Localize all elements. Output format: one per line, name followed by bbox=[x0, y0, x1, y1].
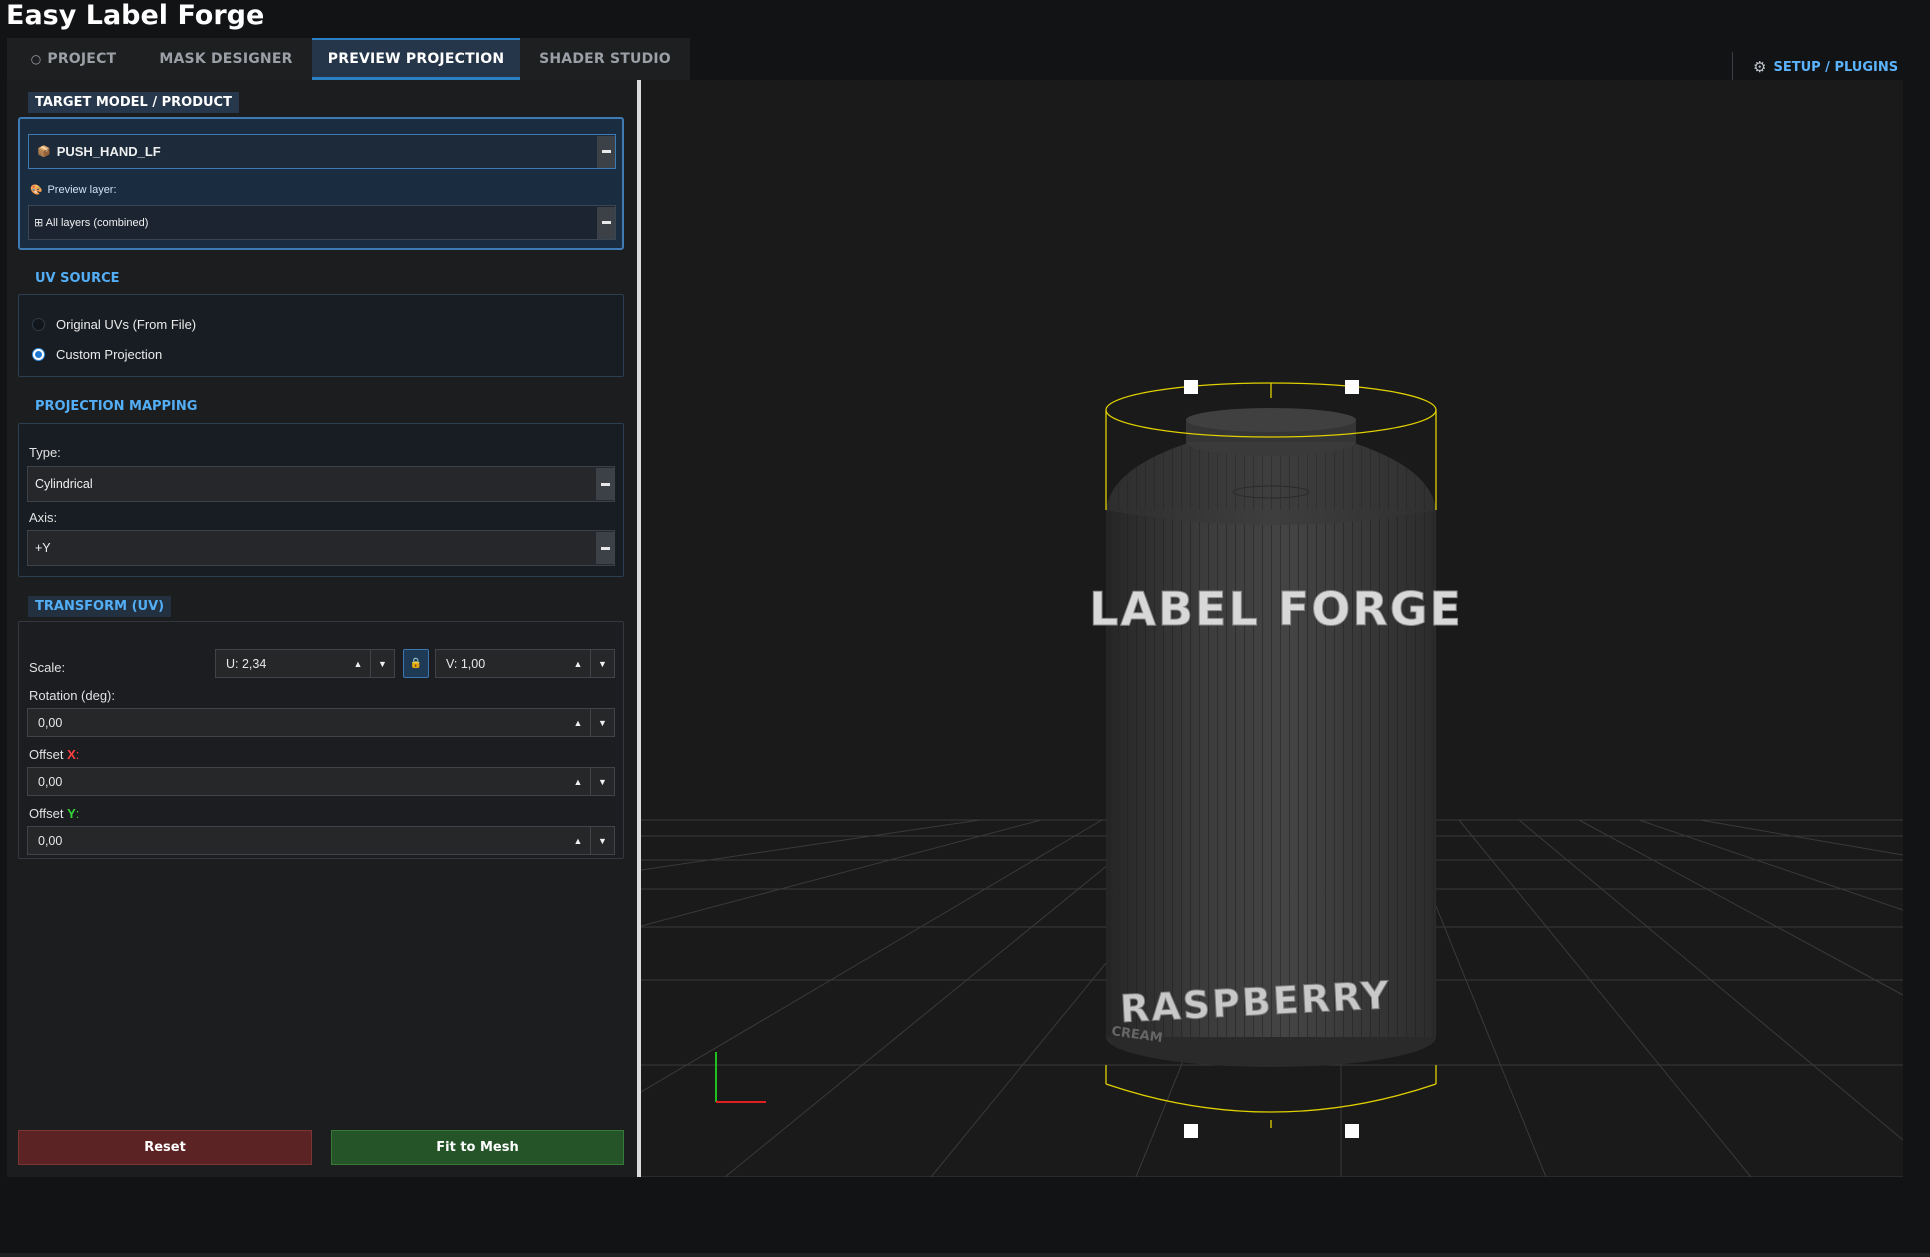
chevron-down-icon[interactable] bbox=[597, 135, 615, 168]
axis-label: Axis: bbox=[29, 510, 58, 525]
scale-v-value: V: 1,00 bbox=[446, 656, 486, 671]
app-title: Easy Label Forge bbox=[6, 0, 265, 31]
scale-u-value: U: 2,34 bbox=[226, 656, 267, 671]
scale-label: Scale: bbox=[29, 660, 66, 675]
bottom-strip bbox=[0, 1253, 1930, 1257]
lock-icon: 🔒 bbox=[409, 658, 423, 669]
projection-axis-value: +Y bbox=[35, 541, 51, 555]
setup-plugins-button[interactable]: ⚙ SETUP / PLUGINS bbox=[1732, 52, 1898, 82]
tab-label: PROJECT bbox=[47, 51, 117, 67]
tab-preview-projection[interactable]: PREVIEW PROJECTION bbox=[312, 38, 520, 80]
tab-mask-designer[interactable]: MASK DESIGNER bbox=[140, 38, 312, 80]
arrow-down-icon[interactable]: ▼ bbox=[590, 709, 614, 736]
type-label: Type: bbox=[29, 445, 61, 460]
preview-layer-label: 🎨 Preview layer: bbox=[30, 184, 117, 196]
arrow-up-icon[interactable]: ▲ bbox=[566, 768, 590, 795]
radio-original-uvs[interactable]: Original UVs (From File) bbox=[32, 317, 196, 332]
chevron-down-icon[interactable] bbox=[597, 206, 615, 239]
handle-bottom-right[interactable] bbox=[1345, 1124, 1359, 1138]
projection-type-value: Cylindrical bbox=[35, 477, 93, 491]
fit-to-mesh-button[interactable]: Fit to Mesh bbox=[331, 1130, 624, 1165]
reset-button[interactable]: Reset bbox=[18, 1130, 312, 1165]
scale-v-spinbox[interactable]: V: 1,00 ▲ ▼ bbox=[435, 649, 615, 678]
radio-button[interactable] bbox=[32, 318, 45, 331]
label-text-top: LABEL FORGE bbox=[1089, 582, 1463, 636]
arrow-up-icon[interactable]: ▲ bbox=[566, 827, 590, 854]
bottle-model bbox=[1106, 408, 1436, 1067]
axis-gizmo bbox=[715, 1052, 766, 1103]
offset-x-axis: X bbox=[67, 747, 76, 762]
scale-u-spinbox[interactable]: U: 2,34 ▲ ▼ bbox=[215, 649, 395, 678]
tab-label: MASK DESIGNER bbox=[159, 51, 293, 67]
tab-project[interactable]: ○ PROJECT bbox=[7, 38, 140, 80]
preview-layer-text: Preview layer: bbox=[47, 184, 117, 196]
offset-y-value: 0,00 bbox=[38, 833, 63, 848]
offset-x-colon: : bbox=[75, 747, 80, 762]
model-select[interactable]: 📦 PUSH_HAND_LF bbox=[28, 134, 616, 169]
radio-label: Custom Projection bbox=[56, 347, 163, 362]
handle-bottom-left[interactable] bbox=[1184, 1124, 1198, 1138]
projection-type-select[interactable]: Cylindrical bbox=[27, 466, 615, 502]
offset-y-axis: Y bbox=[67, 806, 76, 821]
model-value: PUSH_HAND_LF bbox=[56, 144, 161, 159]
projection-axis-select[interactable]: +Y bbox=[27, 530, 615, 566]
offset-y-spinbox[interactable]: 0,00 ▲ ▼ bbox=[27, 826, 615, 855]
transform-group: Scale: U: 2,34 ▲ ▼ 🔒 V: 1,00 ▲ ▼ Rotatio… bbox=[18, 621, 624, 859]
arrow-down-icon[interactable]: ▼ bbox=[590, 650, 614, 677]
scale-lock-button[interactable]: 🔒 bbox=[403, 649, 429, 678]
arrow-down-icon[interactable]: ▼ bbox=[590, 768, 614, 795]
arrow-up-icon[interactable]: ▲ bbox=[566, 650, 590, 677]
radio-custom-projection[interactable]: Custom Projection bbox=[32, 347, 162, 362]
rotation-spinbox[interactable]: 0,00 ▲ ▼ bbox=[27, 708, 615, 737]
offset-y-prefix: Offset bbox=[29, 806, 68, 821]
preview-layer-value: ⊞ All layers (combined) bbox=[34, 217, 149, 229]
rotation-label: Rotation (deg): bbox=[29, 688, 115, 703]
section-title-uv-source: UV SOURCE bbox=[35, 271, 120, 286]
offset-x-spinbox[interactable]: 0,00 ▲ ▼ bbox=[27, 767, 615, 796]
tab-shader-studio[interactable]: SHADER STUDIO bbox=[520, 38, 690, 80]
gear-icon: ⚙ bbox=[1753, 58, 1767, 76]
offset-x-value: 0,00 bbox=[38, 774, 63, 789]
tab-label: SHADER STUDIO bbox=[539, 51, 671, 67]
preview-layer-select[interactable]: ⊞ All layers (combined) bbox=[28, 205, 616, 240]
uv-source-group: Original UVs (From File) Custom Projecti… bbox=[18, 294, 624, 377]
arrow-up-icon[interactable]: ▲ bbox=[566, 709, 590, 736]
section-title-projection: PROJECTION MAPPING bbox=[35, 399, 198, 414]
setup-label: SETUP / PLUGINS bbox=[1773, 59, 1899, 75]
offset-y-colon: : bbox=[75, 806, 80, 821]
tab-bar: ○ PROJECT MASK DESIGNER PREVIEW PROJECTI… bbox=[7, 38, 690, 80]
projection-group: Type: Cylindrical Axis: +Y bbox=[18, 423, 624, 577]
3d-viewport[interactable]: LABEL FORGE RASPBERRY CREAM bbox=[641, 80, 1903, 1177]
viewport-scene: LABEL FORGE RASPBERRY CREAM bbox=[641, 380, 1903, 1177]
chevron-down-icon[interactable] bbox=[596, 468, 614, 500]
arrow-down-icon[interactable]: ▼ bbox=[370, 650, 394, 677]
handle-top-right[interactable] bbox=[1345, 380, 1359, 394]
handle-top-left[interactable] bbox=[1184, 380, 1198, 394]
target-group: 📦 PUSH_HAND_LF 🎨 Preview layer: ⊞ All lay… bbox=[18, 117, 624, 250]
box-icon: 📦 bbox=[37, 146, 51, 158]
rotation-value: 0,00 bbox=[38, 715, 63, 730]
offset-x-label: Offset X: bbox=[29, 747, 79, 762]
left-panel: TARGET MODEL / PRODUCT 📦 PUSH_HAND_LF 🎨 P… bbox=[7, 80, 637, 1177]
palette-icon: 🎨 bbox=[30, 185, 43, 196]
radio-label: Original UVs (From File) bbox=[56, 317, 197, 332]
offset-y-label: Offset Y: bbox=[29, 806, 79, 821]
arrow-up-icon[interactable]: ▲ bbox=[346, 650, 370, 677]
circle-icon: ○ bbox=[30, 52, 42, 66]
section-title-transform: TRANSFORM (UV) bbox=[28, 596, 172, 617]
arrow-down-icon[interactable]: ▼ bbox=[590, 827, 614, 854]
radio-button[interactable] bbox=[32, 348, 45, 361]
chevron-down-icon[interactable] bbox=[596, 532, 614, 564]
offset-x-prefix: Offset bbox=[29, 747, 68, 762]
section-title-target: TARGET MODEL / PRODUCT bbox=[28, 92, 239, 113]
tab-label: PREVIEW PROJECTION bbox=[327, 50, 505, 67]
